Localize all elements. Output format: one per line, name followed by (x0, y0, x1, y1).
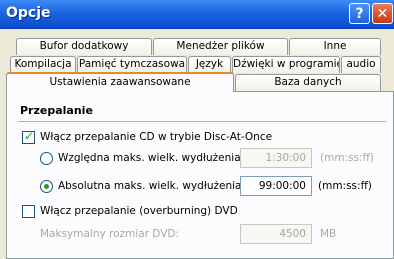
tab-label: Język (195, 58, 224, 70)
question-mark-icon: ? (355, 5, 364, 22)
tab-audio[interactable]: audio (341, 56, 381, 73)
tab-label: Baza danych (274, 76, 342, 88)
tab-label: Menedżer plików (176, 40, 265, 52)
relative-unit: (mm:ss:ff) (320, 152, 374, 164)
tab-label: Ustawienia zaawansowane (49, 76, 191, 88)
disc-at-once-checkbox[interactable]: ✓ (22, 129, 35, 144)
dvd-overburn-checkbox[interactable] (22, 205, 35, 218)
help-button[interactable]: ? (349, 3, 370, 24)
title-bar[interactable]: Opcje ? ✕ (0, 0, 394, 29)
tab-label: Inne (323, 40, 347, 52)
relative-radio[interactable] (40, 152, 53, 165)
tab-label: Pamięć tymczasowa (78, 58, 186, 70)
window-title: Opcje (6, 5, 51, 21)
radio-dot-icon (44, 184, 49, 189)
tab-baza-danych[interactable]: Baza danych (235, 74, 381, 91)
tab-kompilacja[interactable]: Kompilacja (10, 56, 76, 73)
close-icon: ✕ (376, 5, 389, 22)
tab-jezyk[interactable]: Język (188, 56, 231, 73)
absolute-label[interactable]: Absolutna maks. wielk. wydłużenia: (58, 180, 245, 192)
relative-label[interactable]: Względna maks. wielk. wydłużenia: (58, 152, 244, 164)
disc-at-once-label[interactable]: Włącz przepalanie CD w trybie Disc-At-On… (40, 131, 272, 143)
dvd-max-unit: MB (320, 228, 337, 240)
relative-max-field[interactable]: 1:30:00 (240, 148, 312, 168)
tab-bufor-dodatkowy[interactable]: Bufor dodatkowy (16, 38, 152, 55)
section-divider (18, 121, 386, 122)
tab-label: Dźwięki w programie (233, 58, 340, 70)
tab-label: audio (346, 58, 376, 70)
checkmark-icon: ✓ (24, 129, 35, 143)
dvd-max-label: Maksymalny rozmiar DVD: (40, 228, 180, 240)
dvd-max-field[interactable]: 4500 (240, 224, 312, 244)
close-button[interactable]: ✕ (372, 3, 393, 24)
tab-inne[interactable]: Inne (289, 38, 381, 55)
tab-dzwieki-w-programie[interactable]: Dźwięki w programie (232, 56, 340, 73)
tab-pamiec-tymczasowa[interactable]: Pamięć tymczasowa (77, 56, 187, 73)
section-title: Przepalanie (20, 104, 93, 117)
tab-ustawienia-zaawansowane[interactable]: Ustawienia zaawansowane (6, 72, 234, 92)
absolute-radio[interactable] (40, 180, 53, 193)
tab-label: Kompilacja (14, 58, 72, 70)
dvd-overburn-label[interactable]: Włącz przepalanie (overburning) DVD (40, 205, 238, 217)
tab-menedzer-plikow[interactable]: Menedżer plików (153, 38, 288, 55)
absolute-max-field[interactable]: 99:00:00 (240, 176, 312, 196)
absolute-unit: (mm:ss:ff) (318, 180, 372, 192)
tab-label: Bufor dodatkowy (39, 40, 129, 52)
